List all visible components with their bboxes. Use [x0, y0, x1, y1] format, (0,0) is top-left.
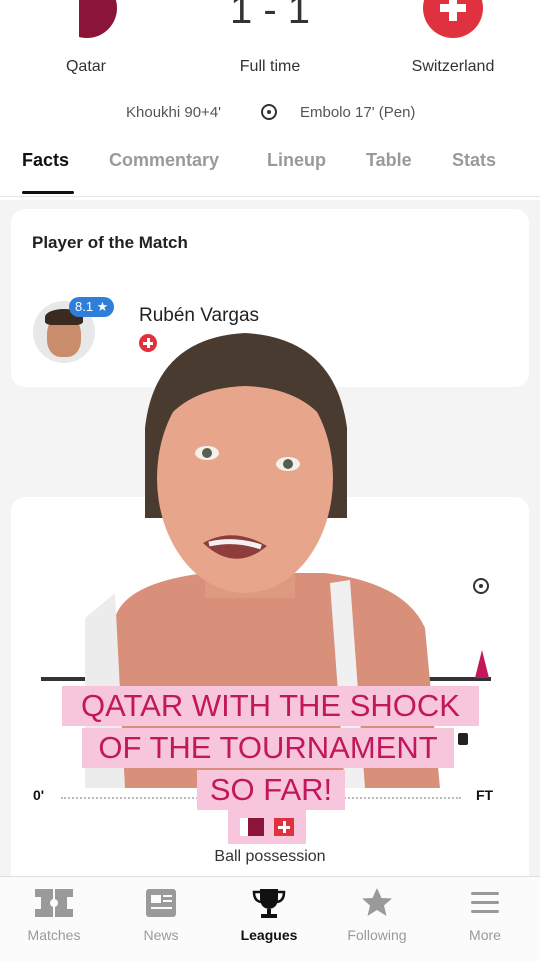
ball-possession-label: Ball possession: [214, 848, 326, 865]
nav-label: Following: [347, 927, 407, 943]
caption-line-3: SO FAR!: [197, 770, 345, 810]
switzerland-flag-icon: [423, 0, 483, 38]
qatar-flag-icon: [57, 0, 117, 38]
tab-bar: Facts Commentary Lineup Table Stats: [0, 150, 540, 197]
player-of-match-title: Player of the Match: [32, 233, 188, 252]
momentum-spike: [475, 650, 489, 678]
home-scorers: Khoukhi 90+4': [126, 104, 222, 121]
goal-event-icon: [473, 578, 489, 594]
tab-stats[interactable]: Stats: [452, 150, 496, 171]
caption-line-2: OF THE TOURNAMENT: [82, 728, 454, 768]
nav-following[interactable]: Following: [332, 887, 422, 945]
timeline-start-label: 0': [33, 787, 45, 803]
nav-label: Leagues: [240, 927, 298, 943]
nav-more[interactable]: More: [440, 887, 530, 945]
football-icon: [261, 104, 277, 120]
nav-label: News: [143, 927, 179, 943]
bottom-navigation: Matches News Leagues Following More: [0, 876, 540, 961]
star-icon: [357, 887, 397, 919]
player-rating-badge: 8.1 ★: [69, 297, 115, 317]
nav-label: Matches: [27, 927, 81, 943]
menu-icon: [465, 887, 505, 919]
match-status: Full time: [239, 58, 301, 75]
away-scorers: Embolo 17' (Pen): [300, 104, 416, 121]
tab-lineup[interactable]: Lineup: [267, 150, 326, 171]
timeline-end-label: FT: [476, 787, 494, 803]
tab-table[interactable]: Table: [366, 150, 412, 171]
caption-line-1: QATAR WITH THE SHOCK: [62, 686, 479, 726]
nav-news[interactable]: News: [116, 887, 206, 945]
home-team-name[interactable]: Qatar: [16, 58, 156, 76]
tab-commentary[interactable]: Commentary: [109, 150, 219, 171]
pitch-icon: [34, 887, 74, 919]
qatar-flag-emoji-icon: [240, 818, 264, 836]
nav-matches[interactable]: Matches: [9, 887, 99, 945]
momentum-bar: [458, 733, 468, 745]
match-header: 1 - 1 Qatar Full time Switzerland Khoukh…: [0, 0, 540, 200]
caption-flags: [228, 810, 306, 844]
match-score: 1 - 1: [229, 0, 311, 32]
nav-leagues[interactable]: Leagues: [224, 887, 314, 945]
newspaper-icon: [141, 887, 181, 919]
tab-facts[interactable]: Facts: [22, 150, 69, 171]
active-tab-indicator: [22, 191, 74, 194]
away-team-name[interactable]: Switzerland: [383, 58, 523, 76]
trophy-icon: [249, 887, 289, 919]
nav-label: More: [469, 927, 501, 943]
switzerland-flag-emoji-icon: [274, 818, 294, 836]
